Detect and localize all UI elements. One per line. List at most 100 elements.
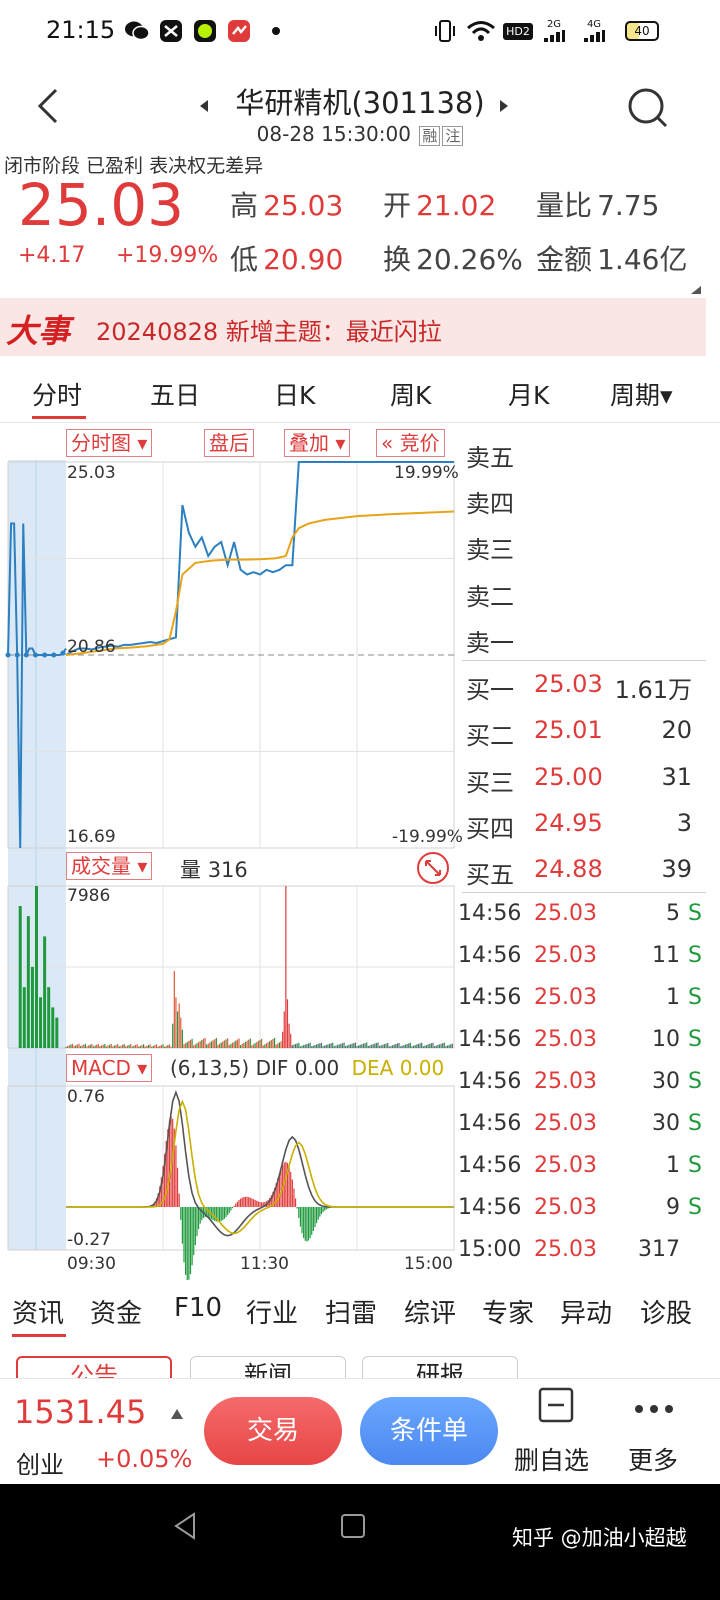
registration-tag: 注: [442, 126, 464, 146]
tab-period[interactable]: 周期▾: [610, 376, 673, 412]
tick-side: S: [688, 943, 702, 968]
volume-value: 316: [207, 858, 248, 882]
tick-volume: 5: [666, 901, 680, 926]
pre-market-point: [14, 652, 20, 658]
tick-time: 14:56: [458, 1027, 522, 1052]
pre-market-shade: [8, 460, 66, 1250]
nav-back-icon[interactable]: [172, 1512, 198, 1544]
more-icon[interactable]: [634, 1399, 674, 1418]
time-axis-start: 09:30: [67, 1254, 116, 1274]
bid-row-1: 买一 25.03 1.61万: [466, 662, 706, 708]
bid-volume: 39: [661, 855, 692, 883]
tick-volume: 9: [666, 1195, 680, 1220]
turnover-value: 20.26%: [416, 243, 523, 276]
order-book-divider: [462, 660, 706, 661]
high-label: 高: [230, 189, 259, 222]
tick-time: 14:56: [458, 1069, 522, 1094]
dea-value: 0.00: [399, 1056, 445, 1080]
dif-value: 0.00: [294, 1056, 340, 1080]
expand-quote-icon[interactable]: [690, 280, 702, 299]
index-value[interactable]: 1531.45: [14, 1393, 146, 1431]
tick-volume: 11: [652, 943, 680, 968]
tick-price: 25.03: [534, 1027, 597, 1052]
tick-row: 14:56 25.03 9 S: [458, 1187, 708, 1229]
tick-price: 25.03: [534, 1069, 597, 1094]
tick-price: 25.03: [534, 1237, 597, 1262]
tick-side: S: [688, 1027, 702, 1052]
tab-rating[interactable]: 综评: [404, 1293, 456, 1330]
quote-amount: 金额 1.46亿: [536, 238, 687, 278]
volume-label: 量: [180, 858, 201, 882]
quote-high: 高 25.03: [230, 184, 343, 224]
tab-capital[interactable]: 资金: [90, 1293, 142, 1330]
app-notification-icon: [158, 18, 184, 44]
ask-label: 卖二: [466, 583, 514, 611]
quote-volume-ratio: 量比 7.75: [536, 184, 659, 224]
nav-home-icon[interactable]: [340, 1512, 366, 1544]
auction-button[interactable]: « 竞价: [376, 429, 445, 457]
tick-time: 15:00: [458, 1237, 522, 1262]
tick-time: 14:56: [458, 943, 522, 968]
tab-monthly-k[interactable]: 月K: [508, 376, 549, 412]
tick-price: 25.03: [534, 1195, 597, 1220]
price-axis-top: 25.03: [67, 463, 116, 483]
volume-grid: [7, 885, 455, 1049]
tab-weekly-k[interactable]: 周K: [390, 376, 431, 412]
ask-row-4: 卖四: [466, 476, 706, 522]
search-icon[interactable]: [626, 86, 670, 130]
tab-risk-scan[interactable]: 扫雷: [325, 1293, 377, 1330]
tab-daily-k[interactable]: 日K: [274, 376, 315, 412]
expand-chart-icon[interactable]: [416, 851, 450, 889]
tab-f10[interactable]: F10: [174, 1293, 222, 1323]
price-axis-mid: 20.86: [67, 637, 116, 657]
tick-volume: 1: [666, 1153, 680, 1178]
tick-time: 14:56: [458, 1111, 522, 1136]
overlay-button[interactable]: 叠加 ▾: [284, 429, 351, 457]
bid-volume: 1.61万: [614, 676, 692, 704]
tab-expert[interactable]: 专家: [482, 1293, 534, 1330]
macd-indicator-button[interactable]: MACD ▾: [66, 1054, 153, 1082]
tab-diagnosis[interactable]: 诊股: [640, 1293, 692, 1330]
low-label: 低: [230, 243, 259, 276]
volume-ratio-label: 量比: [536, 189, 593, 222]
more-label[interactable]: 更多: [628, 1441, 678, 1477]
tick-price: 25.03: [534, 1111, 597, 1136]
remove-watchlist-label[interactable]: 删自选: [514, 1441, 589, 1477]
bid-label: 买一: [466, 676, 514, 704]
next-stock-icon[interactable]: [498, 98, 510, 117]
price-axis-bottom: 16.69: [67, 827, 116, 847]
ask-label: 卖四: [466, 490, 514, 518]
tick-side: S: [688, 1195, 702, 1220]
macd-grid: [7, 1085, 455, 1251]
bid-label: 买四: [466, 815, 514, 843]
amount-value: 1.46亿: [597, 243, 688, 276]
bottom-bar: 1531.45 创业 +0.05% 交易 条件单 删自选 更多: [0, 1378, 720, 1484]
margin-tag: 融: [419, 126, 441, 146]
stock-title: 华研精机(301138): [235, 86, 485, 120]
bid-volume: 3: [676, 809, 692, 837]
tab-industry[interactable]: 行业: [246, 1293, 298, 1330]
index-change: +0.05%: [96, 1445, 193, 1473]
index-up-arrow-icon: [170, 1405, 184, 1424]
news-banner[interactable]: 大事 20240828 新增主题：最近闪拉: [0, 298, 706, 356]
remove-watchlist-icon[interactable]: [538, 1387, 574, 1427]
low-value: 20.90: [263, 243, 344, 276]
bid-row-4: 买四 24.95 3: [466, 801, 706, 847]
tab-anomaly[interactable]: 异动: [560, 1293, 612, 1330]
volume-indicator-button[interactable]: 成交量 ▾: [66, 852, 153, 880]
chart-type-button[interactable]: 分时图 ▾: [66, 429, 153, 457]
bid-label: 买三: [466, 769, 514, 797]
conditional-order-button[interactable]: 条件单: [360, 1397, 498, 1465]
bid-price: 24.88: [534, 855, 603, 883]
tab-intraday[interactable]: 分时: [32, 376, 82, 412]
tick-volume: 30: [652, 1069, 680, 1094]
signal-4g-icon: 4G: [580, 18, 608, 44]
tab-five-day[interactable]: 五日: [150, 376, 200, 412]
macd-axis-bottom: -0.27: [67, 1230, 111, 1250]
trade-button[interactable]: 交易: [204, 1397, 342, 1465]
after-hours-button[interactable]: 盘后: [204, 429, 254, 457]
tab-news[interactable]: 资讯: [12, 1293, 64, 1330]
signal-4g-label: 4G: [586, 19, 602, 30]
green-app-icon: [192, 18, 218, 44]
quote-low: 低 20.90: [230, 238, 343, 278]
